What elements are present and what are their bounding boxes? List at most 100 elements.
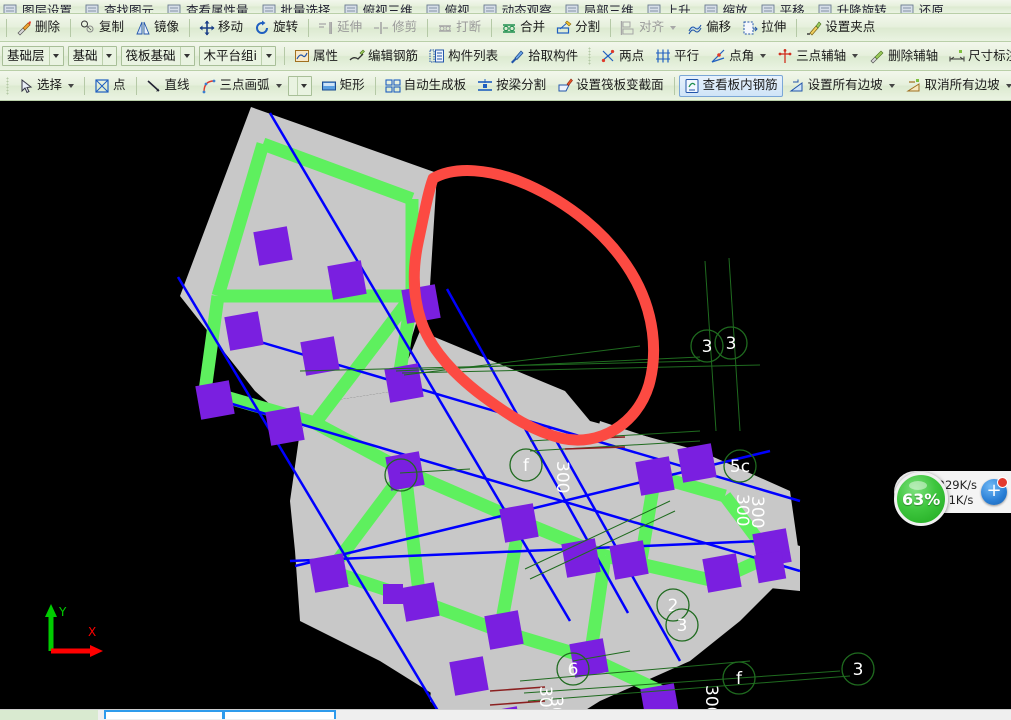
network-speed-widget[interactable]: 63% ▲ 229K/s ▼ 9.1K/s + bbox=[866, 464, 1011, 526]
矩形-button[interactable]: 矩形 bbox=[316, 75, 370, 97]
平移-button[interactable]: 平移 bbox=[760, 0, 805, 13]
动态观察-button[interactable]: 动态观察 bbox=[482, 0, 552, 13]
偏移-button[interactable]: 偏移 bbox=[682, 17, 736, 39]
component-type-select[interactable]: 筏板基础 bbox=[120, 46, 195, 66]
选择-button[interactable]: 选择 bbox=[13, 75, 79, 97]
chevron-down-icon[interactable] bbox=[670, 25, 677, 30]
自动生成板-button[interactable]: 自动生成板 bbox=[380, 75, 472, 97]
floor-select-value: 基础层 bbox=[7, 48, 45, 63]
缩放-button[interactable]: 缩放 bbox=[703, 0, 748, 13]
平行-button[interactable]: 平行 bbox=[650, 45, 704, 67]
dimension-text[interactable]: 300 bbox=[701, 685, 721, 709]
dimension-text[interactable]: 300 bbox=[546, 696, 566, 709]
drawing-canvas[interactable]: 300300300300300300 335cf236f35 Y X bbox=[0, 101, 1011, 709]
复制-button[interactable]: 复制 bbox=[75, 17, 129, 39]
axis-label-x: X bbox=[88, 625, 96, 639]
点-button[interactable]: 点 bbox=[89, 75, 131, 97]
top-3d-icon bbox=[343, 2, 359, 13]
column[interactable] bbox=[309, 553, 349, 593]
删除-button[interactable]: 删除 bbox=[11, 17, 65, 39]
三点辅轴-button[interactable]: 三点辅轴 bbox=[772, 45, 863, 67]
column[interactable] bbox=[677, 443, 717, 483]
arc-mode-select[interactable] bbox=[287, 75, 312, 96]
floor-select[interactable]: 基础层 bbox=[2, 46, 64, 66]
删除辅轴-button[interactable]: 删除辅轴 bbox=[864, 45, 943, 67]
构件列表-button[interactable]: 构件列表 bbox=[424, 45, 503, 67]
俯视-button[interactable]: 俯视 bbox=[425, 0, 470, 13]
category-select-dropdown-button[interactable] bbox=[101, 47, 116, 65]
直线-button[interactable]: 直线 bbox=[141, 75, 195, 97]
column[interactable] bbox=[561, 538, 601, 578]
尺寸标注-button[interactable]: 尺寸标注 bbox=[944, 45, 1011, 67]
三点画弧-button[interactable]: 三点画弧 bbox=[196, 75, 287, 97]
编辑钢筋-button[interactable]: 编辑钢筋 bbox=[344, 45, 423, 67]
chevron-down-icon[interactable] bbox=[68, 83, 75, 88]
旋转-button[interactable]: 旋转 bbox=[249, 17, 303, 39]
column[interactable] bbox=[753, 550, 787, 584]
axis-bubble[interactable]: f bbox=[722, 661, 756, 695]
status-segment-right[interactable] bbox=[224, 710, 336, 719]
局部三维-button[interactable]: 局部三维 bbox=[564, 0, 634, 13]
两点-button[interactable]: 两点 bbox=[595, 45, 649, 67]
chevron-down-icon[interactable] bbox=[1005, 83, 1011, 88]
分割-button[interactable]: 分割 bbox=[551, 17, 605, 39]
合并-button[interactable]: 合并 bbox=[496, 17, 550, 39]
column[interactable] bbox=[224, 311, 264, 351]
column[interactable] bbox=[449, 656, 489, 696]
column[interactable] bbox=[327, 260, 367, 300]
axis-bubble[interactable]: 3 bbox=[690, 329, 724, 363]
批量选择-button[interactable]: 批量选择 bbox=[261, 0, 331, 13]
column[interactable] bbox=[253, 226, 293, 266]
axis-bubble[interactable]: 3 bbox=[841, 652, 875, 686]
chevron-down-icon[interactable] bbox=[275, 83, 282, 88]
status-segment-mid[interactable] bbox=[104, 710, 224, 719]
chevron-down-icon[interactable] bbox=[888, 83, 895, 88]
拾取构件-button[interactable]: 拾取构件 bbox=[504, 45, 583, 67]
查找图元-button[interactable]: 查找图元 bbox=[84, 0, 154, 13]
cad-drawing[interactable]: 300300300300300300 335cf236f35 Y X bbox=[0, 101, 1011, 709]
floor-select-dropdown-button[interactable] bbox=[48, 47, 63, 65]
chevron-down-icon[interactable] bbox=[760, 54, 767, 58]
tool-label: 尺寸标注 bbox=[968, 47, 1011, 63]
dimension-text[interactable]: 300 bbox=[552, 461, 572, 493]
拉伸-button[interactable]: 拉伸 bbox=[737, 17, 791, 39]
查看属性量-button[interactable]: 查看属性量 bbox=[166, 0, 249, 13]
column[interactable] bbox=[702, 553, 742, 593]
netspeed-percent-ball[interactable]: 63% bbox=[894, 472, 949, 526]
升降旋转-button[interactable]: 升降旋转 bbox=[817, 0, 887, 13]
column[interactable] bbox=[385, 451, 425, 491]
设置所有边坡-button[interactable]: 设置所有边坡 bbox=[784, 75, 900, 97]
chevron-down-icon[interactable] bbox=[852, 54, 859, 58]
column[interactable] bbox=[609, 540, 649, 580]
取消所有边坡-button[interactable]: 取消所有边坡 bbox=[901, 75, 1011, 97]
column[interactable] bbox=[400, 582, 440, 622]
column[interactable] bbox=[499, 503, 539, 543]
图层设置-button[interactable]: 图层设置 bbox=[2, 0, 72, 13]
俯视三维-button[interactable]: 俯视三维 bbox=[343, 0, 413, 13]
tool-label: 复制 bbox=[99, 19, 125, 35]
component-name-select[interactable]: 木平台组i bbox=[198, 46, 277, 66]
上升-button[interactable]: 上升 bbox=[646, 0, 691, 13]
设置夹点-button[interactable]: 设置夹点 bbox=[801, 17, 880, 39]
column[interactable] bbox=[383, 584, 403, 604]
属性-button[interactable]: 属性 bbox=[289, 45, 343, 67]
移动-button[interactable]: 移动 bbox=[194, 17, 248, 39]
点角-button[interactable]: 点角 bbox=[705, 45, 771, 67]
category-select[interactable]: 基础 bbox=[67, 46, 117, 66]
按梁分割-button[interactable]: 按梁分割 bbox=[472, 75, 551, 97]
column[interactable] bbox=[265, 406, 305, 446]
column[interactable] bbox=[484, 610, 524, 650]
netspeed-expand-button[interactable]: + bbox=[981, 477, 1008, 505]
column[interactable] bbox=[195, 380, 235, 420]
column[interactable] bbox=[635, 456, 675, 496]
component-type-select-dropdown-button[interactable] bbox=[179, 47, 194, 65]
还原-button[interactable]: 还原 bbox=[899, 0, 944, 13]
axis-bubble[interactable]: 3 bbox=[714, 326, 748, 360]
component-name-select-dropdown-button[interactable] bbox=[261, 47, 275, 65]
netspeed-body[interactable]: 63% ▲ 229K/s ▼ 9.1K/s + bbox=[894, 471, 1011, 526]
查看板内钢筋-button[interactable]: 查看板内钢筋 bbox=[678, 74, 783, 97]
设置筏板变截面-button[interactable]: 设置筏板变截面 bbox=[552, 75, 669, 97]
arc-mode-select-dropdown-button[interactable] bbox=[296, 76, 311, 95]
镜像-button[interactable]: 镜像 bbox=[130, 17, 184, 39]
dimension-text[interactable]: 300 bbox=[747, 496, 767, 528]
